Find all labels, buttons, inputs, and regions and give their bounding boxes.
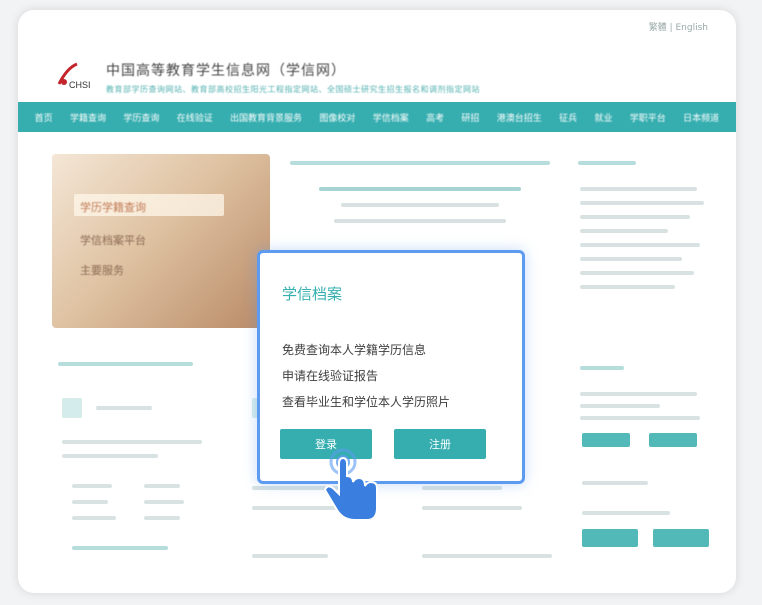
- site-subtitle: 教育部学历查询网站、教育部高校招生阳光工程指定网站、全国硕士研究生招生报名和调剂…: [106, 85, 480, 94]
- lang-traditional[interactable]: 繁體: [649, 23, 667, 33]
- service-desc: [422, 486, 502, 490]
- service-desc: [252, 554, 328, 558]
- login-sidebar-title: [580, 366, 624, 370]
- banner-line: 主要服务: [80, 264, 124, 277]
- login-sidebar-input[interactable]: [582, 511, 670, 515]
- sidebar-action-button[interactable]: [653, 529, 710, 547]
- nav-item[interactable]: 在线验证: [177, 111, 213, 124]
- nav-item[interactable]: 港澳台招生: [497, 111, 542, 124]
- feature-banner[interactable]: 学历学籍查询 学信档案平台 主要服务: [52, 154, 270, 328]
- service-link[interactable]: [72, 484, 112, 488]
- xuexin-archive-popup: 学信档案 免费查询本人学籍学历信息 申请在线验证报告 查看毕业生和学位本人学历照…: [257, 250, 525, 484]
- nav-item[interactable]: 日本频道: [683, 111, 719, 124]
- sidebar-action-button[interactable]: [582, 529, 638, 547]
- news-header-bar: [290, 161, 550, 165]
- side-list-item[interactable]: [580, 215, 690, 219]
- side-list-title: [578, 161, 637, 165]
- side-list: [574, 155, 720, 329]
- sidebar-register-button[interactable]: [649, 433, 698, 447]
- popup-item: 免费查询本人学籍学历信息: [282, 343, 427, 357]
- pointer-hand-icon: [323, 448, 378, 521]
- login-sidebar-text: [580, 416, 700, 420]
- nav-item[interactable]: 图像校对: [319, 111, 355, 124]
- service-more-link[interactable]: [72, 546, 168, 550]
- chsi-logo[interactable]: CHSI: [53, 62, 93, 90]
- language-links: 繁體 | English: [649, 20, 708, 33]
- service-desc: [422, 554, 552, 558]
- nav-item[interactable]: 出国教育背景服务: [230, 111, 302, 124]
- login-sidebar-text: [580, 392, 697, 396]
- side-list-item[interactable]: [580, 271, 694, 275]
- news-headline-line[interactable]: [319, 187, 521, 191]
- login-sidebar: [574, 356, 720, 576]
- service-link[interactable]: [72, 500, 108, 504]
- nav-item[interactable]: 学信档案: [373, 111, 409, 124]
- service-desc: [422, 506, 522, 510]
- browser-frame: 繁體 | English CHSI 中国高等教育学生信息网（学信网） 教育部学历…: [18, 10, 736, 593]
- nav-item[interactable]: 就业: [594, 111, 612, 124]
- service-desc: [62, 454, 158, 458]
- side-list-item[interactable]: [580, 243, 700, 247]
- side-list-item[interactable]: [580, 229, 668, 233]
- service-link[interactable]: [72, 516, 116, 520]
- banner-line: 学历学籍查询: [80, 201, 146, 214]
- service-link[interactable]: [144, 500, 184, 504]
- nav-item[interactable]: 研招: [461, 111, 479, 124]
- service-desc: [62, 440, 202, 444]
- site-header: CHSI 中国高等教育学生信息网（学信网） 教育部学历查询网站、教育部高校招生阳…: [18, 40, 736, 102]
- nav-item[interactable]: 首页: [35, 111, 53, 124]
- logo-text: CHSI: [69, 80, 91, 90]
- nav-item[interactable]: 征兵: [559, 111, 577, 124]
- service-link[interactable]: [144, 516, 180, 520]
- side-list-item[interactable]: [580, 257, 683, 261]
- sidebar-login-button[interactable]: [582, 433, 630, 447]
- nav-item[interactable]: 学历查询: [123, 111, 159, 124]
- services-title: [58, 362, 194, 366]
- side-list-item[interactable]: [580, 285, 675, 289]
- login-sidebar-subtitle: [582, 481, 648, 485]
- popup-item: 申请在线验证报告: [282, 369, 379, 383]
- news-line[interactable]: [333, 219, 507, 223]
- service-link[interactable]: [144, 484, 180, 488]
- register-button[interactable]: 注册: [394, 429, 486, 459]
- popup-item: 查看毕业生和学位本人学历照片: [282, 395, 451, 409]
- popup-title: 学信档案: [282, 285, 343, 303]
- login-sidebar-text: [580, 404, 661, 408]
- lang-english[interactable]: English: [676, 23, 709, 33]
- nav-item[interactable]: 高考: [426, 111, 444, 124]
- site-title: 中国高等教育学生信息网（学信网）: [106, 63, 346, 79]
- nav-item[interactable]: 学籍查询: [70, 111, 106, 124]
- lang-divider: |: [669, 23, 673, 33]
- banner-line: 学信档案平台: [80, 234, 146, 247]
- side-list-item[interactable]: [580, 201, 705, 205]
- side-list-item[interactable]: [580, 187, 697, 191]
- news-line[interactable]: [340, 203, 500, 207]
- service-name[interactable]: [96, 406, 152, 410]
- nav-item[interactable]: 学职平台: [630, 111, 666, 124]
- main-nav: 首页 学籍查询 学历查询 在线验证 出国教育背景服务 图像校对 学信档案 高考 …: [18, 102, 736, 132]
- service-icon: [62, 398, 82, 418]
